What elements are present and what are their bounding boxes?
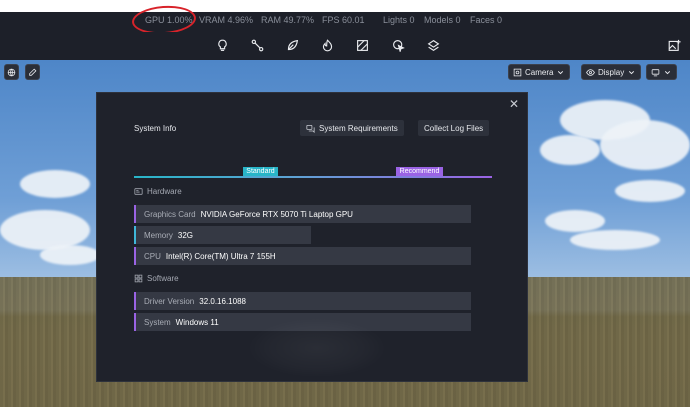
system-requirements-button[interactable]: System Requirements [300,120,404,136]
close-icon[interactable]: ✕ [509,98,519,110]
fps-stat: FPS 60.01 [322,15,365,25]
cloud [0,210,90,250]
flame-icon[interactable] [319,37,335,53]
legend-recommend: Recommend [396,167,443,176]
faces-stat: Faces 0 [470,15,503,25]
vram-stat: VRAM 4.96% [199,15,254,25]
software-row-driver-version: Driver Version 32.0.16.1088 [134,292,471,310]
software-icon [134,274,143,283]
cloud [545,210,605,232]
chevron-down-icon [664,70,671,74]
row-key: CPU [144,251,161,261]
cloud [615,180,685,202]
cloud [540,135,600,165]
legend-gradient-line [134,176,492,178]
row-key: Driver Version [144,296,195,306]
eye-icon [586,68,595,76]
hardware-icon [134,188,143,195]
camera-label: Camera [525,67,554,77]
top-margin [0,0,690,12]
dialog-title: System Info [134,124,177,133]
models-stat: Models 0 [424,15,461,25]
row-value: NVIDIA GeForce RTX 5070 Ti Laptop GPU [200,209,353,219]
hardware-title: Hardware [147,187,182,196]
globe-icon [7,68,16,76]
image-add-icon[interactable] [666,37,682,53]
camera-dropdown[interactable]: Camera [508,64,571,80]
system-info-dialog: ✕ System Info System Requirements Collec… [96,92,528,382]
display-label: Display [598,67,625,77]
row-value: 32.0.16.1088 [199,296,246,306]
row-value: Intel(R) Core(TM) Ultra 7 155H [165,251,276,261]
panel-icon [651,68,660,76]
software-title: Software [147,274,179,283]
hardware-row-graphics-card: Graphics Card NVIDIA GeForce RTX 5070 Ti… [134,205,471,223]
hardware-row-cpu: CPU Intel(R) Core(TM) Ultra 7 155H [134,247,471,265]
camera-frame-icon [513,68,522,76]
software-section-title: Software [134,274,179,283]
pencil-icon [29,68,37,76]
layers-icon[interactable] [425,37,441,53]
main-toolbar [0,32,690,60]
row-key: System [144,317,171,327]
cloud [570,230,660,250]
decorative-glow [247,318,387,378]
cloud [40,245,100,265]
texture-icon[interactable] [354,37,370,53]
settings-dropdown[interactable] [646,64,677,80]
row-value: Windows 11 [175,317,219,327]
hardware-row-memory: Memory 32G [134,226,311,244]
leaf-icon[interactable] [284,37,300,53]
chevron-down-icon [629,70,635,74]
cloud [600,120,690,170]
lightbulb-icon[interactable] [214,37,230,53]
collect-log-files-button[interactable]: Collect Log Files [418,120,490,136]
system-requirements-label: System Requirements [319,123,398,133]
chat-icon [306,124,315,133]
stats-bar: GPU 1.00% VRAM 4.96% RAM 49.77% FPS 60.0… [0,0,690,37]
row-value: 32G [177,230,194,240]
chevron-down-icon [558,70,564,74]
cursor-effect-icon[interactable] [390,37,406,53]
legend-standard: Standard [243,167,278,176]
cloud [20,170,90,198]
globe-button[interactable] [4,64,19,80]
row-key: Graphics Card [144,209,196,219]
row-key: Memory [144,230,173,240]
collect-log-files-label: Collect Log Files [424,123,484,133]
display-dropdown[interactable]: Display [581,64,642,80]
pencil-button[interactable] [25,64,40,80]
hardware-section-title: Hardware [134,187,182,196]
node-link-icon[interactable] [249,37,265,53]
ram-stat: RAM 49.77% [261,15,315,25]
lights-stat: Lights 0 [383,15,415,25]
